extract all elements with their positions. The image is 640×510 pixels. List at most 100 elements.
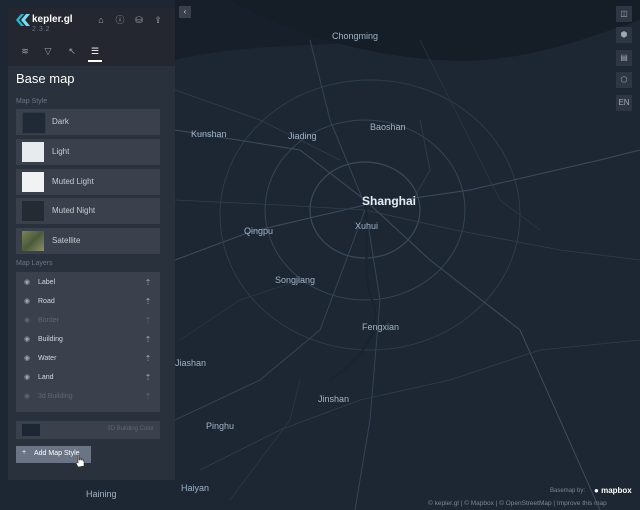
layer-label: Building — [38, 336, 63, 343]
chevron-left-icon: ‹ — [183, 7, 187, 16]
panel-header: kepler.gl 2.3.2 ⌂ ⓘ ⛁ ⇪ ≋ ▽ ↖ ☰ — [8, 8, 175, 66]
eye-icon[interactable]: ◉ — [22, 298, 32, 306]
mapbox-logo-text: mapbox — [601, 486, 632, 495]
map-style-dark[interactable]: Dark — [16, 109, 160, 135]
move-to-top-icon[interactable]: ⇡ — [144, 297, 152, 307]
city-label-qingpu: Qingpu — [244, 226, 274, 236]
map-layer-border: ◉ Border ⇡ — [16, 313, 160, 331]
map-style-thumb — [22, 172, 44, 192]
city-label-jiading: Jiading — [288, 131, 317, 141]
move-to-top-icon[interactable]: ⇡ — [144, 373, 152, 383]
city-label-haining: Haining — [86, 489, 117, 499]
map-style-thumb — [22, 201, 44, 221]
map-layer-water: ◉ Water ⇡ — [16, 351, 160, 369]
city-label-songjiang: Songjiang — [275, 275, 316, 285]
move-to-top-icon[interactable]: ⇡ — [144, 316, 152, 326]
interactions-tab[interactable]: ↖ — [65, 44, 79, 58]
city-label-chongming: Chongming — [332, 31, 379, 41]
sliders-icon: ☰ — [90, 46, 100, 56]
base-map-tab[interactable]: ☰ — [88, 44, 102, 62]
map-style-label-muted-light: Muted Light — [52, 177, 94, 186]
city-label-xuhui: Xuhui — [355, 221, 379, 231]
eye-icon[interactable]: ◉ — [22, 279, 32, 287]
page-title: Base map — [16, 71, 75, 86]
city-label-jiashan: Jiashan — [175, 358, 207, 368]
color-swatch[interactable] — [22, 424, 40, 436]
side-panel: kepler.gl 2.3.2 ⌂ ⓘ ⛁ ⇪ ≋ ▽ ↖ ☰ Base map… — [8, 8, 175, 480]
layer-label: Land — [38, 374, 54, 381]
layer-label: Label — [38, 279, 56, 286]
map-style-satellite[interactable]: Satellite — [16, 228, 160, 254]
map-attribution[interactable]: © kepler.gl | © Mapbox | © OpenStreetMap… — [428, 500, 607, 507]
eye-icon[interactable]: ◉ — [22, 336, 32, 344]
plus-icon: + — [22, 449, 27, 456]
move-to-top-icon[interactable]: ⇡ — [144, 278, 152, 288]
hand-cursor-icon — [75, 454, 85, 468]
split-map-button[interactable]: ◫ — [616, 6, 632, 22]
kepler-logo-icon — [16, 14, 30, 26]
move-to-top-icon[interactable]: ⇡ — [144, 335, 152, 345]
cube-icon: ⬢ — [620, 30, 628, 39]
layer-label: 3d Building — [38, 393, 73, 400]
polygon-icon: ⬠ — [620, 75, 628, 84]
map-layer-label: ◉ Label ⇡ — [16, 275, 160, 293]
city-label-fengxian: Fengxian — [362, 322, 400, 332]
map-style-label-light: Light — [52, 147, 70, 156]
map-style-label-dark: Dark — [52, 117, 69, 126]
map-layer-3d-building: ◉ 3d Building ⇡ — [16, 389, 160, 407]
map-style-thumb — [22, 142, 44, 162]
collapse-panel-button[interactable]: ‹ — [179, 6, 191, 18]
app-version: 2.3.2 — [32, 26, 51, 33]
map-style-muted-night[interactable]: Muted Night — [16, 198, 160, 224]
city-label-shanghai: Shanghai — [362, 194, 417, 208]
map-layer-road: ◉ Road ⇡ — [16, 294, 160, 312]
filters-tab[interactable]: ▽ — [41, 44, 55, 58]
add-map-style-label: Add Map Style — [34, 450, 80, 457]
eye-icon[interactable]: ◉ — [22, 317, 32, 325]
map-layer-land: ◉ Land ⇡ — [16, 370, 160, 388]
eye-icon[interactable]: ◉ — [22, 355, 32, 363]
move-to-top-icon[interactable]: ⇡ — [144, 392, 152, 402]
city-label-kunshan: Kunshan — [191, 129, 227, 139]
split-icon: ◫ — [620, 9, 628, 18]
building-color-picker[interactable]: 3D Building Color — [16, 421, 160, 439]
3d-map-button[interactable]: ⬢ — [616, 27, 632, 43]
layer-label: Water — [38, 355, 57, 362]
map-layers-list: ◉ Label ⇡ ◉ Road ⇡ ◉ Border ⇡ ◉ Building… — [16, 272, 160, 412]
map-style-label: Map Style — [16, 98, 48, 105]
tutorial-icon[interactable]: ⌂ — [96, 15, 106, 25]
locale-button[interactable]: EN — [616, 95, 632, 111]
city-label-baoshan: Baoshan — [370, 122, 406, 132]
info-icon[interactable]: ⓘ — [115, 15, 125, 25]
draw-button[interactable]: ⬠ — [616, 72, 632, 88]
filter-icon: ▽ — [44, 46, 52, 56]
city-label-haiyan: Haiyan — [181, 483, 210, 493]
map-layers-label: Map Layers — [16, 260, 53, 267]
database-icon[interactable]: ⛁ — [134, 15, 144, 25]
layer-label: Road — [38, 298, 55, 305]
layer-label: Border — [38, 317, 60, 324]
map-layer-building: ◉ Building ⇡ — [16, 332, 160, 350]
map-style-muted-light[interactable]: Muted Light — [16, 169, 160, 195]
move-to-top-icon[interactable]: ⇡ — [144, 354, 152, 364]
legend-button[interactable]: ▤ — [616, 50, 632, 66]
eye-icon[interactable]: ◉ — [22, 374, 32, 382]
mapbox-logo[interactable]: ● mapbox — [594, 486, 632, 495]
map-style-thumb — [22, 112, 46, 134]
map-style-label-muted-night: Muted Night — [52, 206, 96, 215]
map-style-light[interactable]: Light — [16, 139, 160, 165]
building-color-label: 3D Building Color — [107, 426, 154, 432]
locale-icon: EN — [618, 98, 630, 107]
cursor-icon: ↖ — [68, 46, 76, 56]
city-label-pinghu: Pinghu — [206, 421, 235, 431]
legend-icon: ▤ — [620, 53, 628, 62]
map-style-thumb — [22, 231, 44, 251]
layers-tab[interactable]: ≋ — [18, 44, 32, 58]
layers-icon: ≋ — [21, 46, 29, 56]
mapbox-logo-icon: ● — [594, 486, 599, 495]
map-style-label-satellite: Satellite — [52, 236, 81, 245]
city-label-jinshan: Jinshan — [318, 394, 350, 404]
eye-icon[interactable]: ◉ — [22, 393, 32, 401]
basemap-by-label: Basemap by: — [550, 488, 586, 494]
share-icon[interactable]: ⇪ — [153, 15, 163, 25]
